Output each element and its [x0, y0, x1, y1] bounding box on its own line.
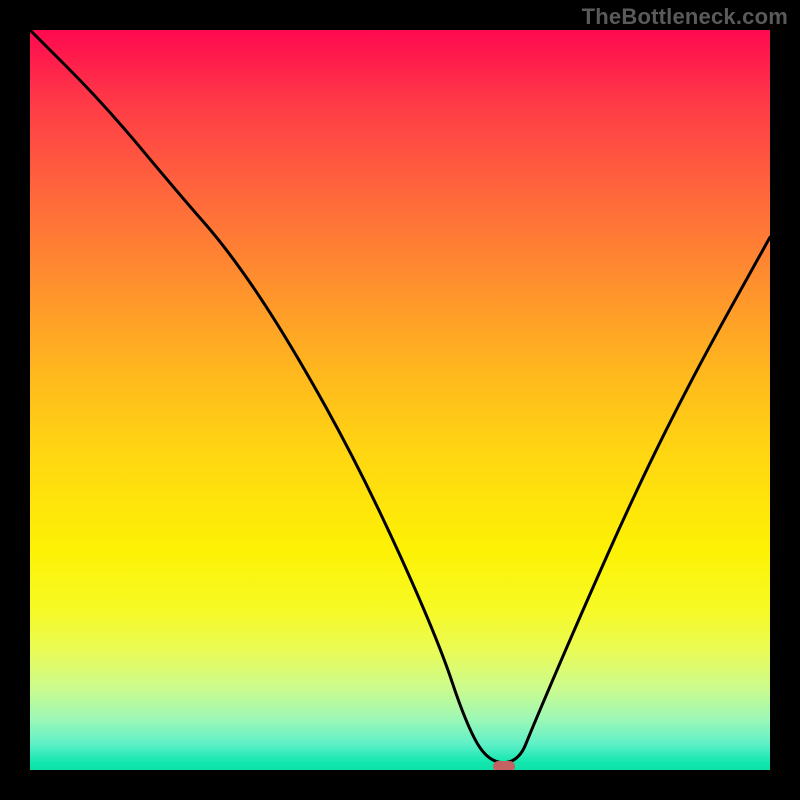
optimal-point-marker — [493, 761, 515, 770]
bottleneck-curve — [30, 30, 770, 770]
plot-area — [30, 30, 770, 770]
attribution-watermark: TheBottleneck.com — [582, 4, 788, 30]
chart-frame: TheBottleneck.com — [0, 0, 800, 800]
